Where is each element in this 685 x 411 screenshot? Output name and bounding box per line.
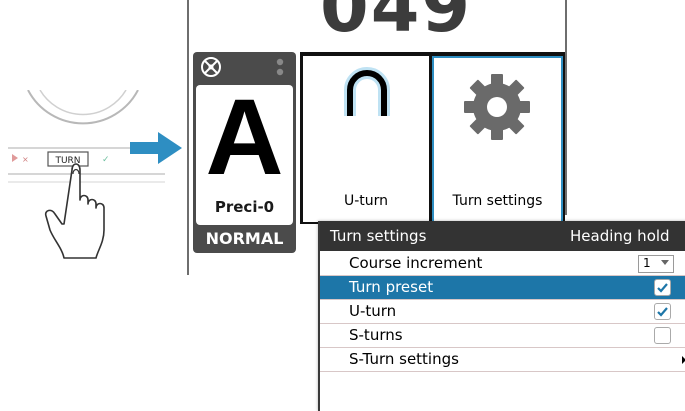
- turn-preset-label: Turn preset: [349, 278, 434, 296]
- course-increment-row[interactable]: Course increment 1: [320, 252, 685, 276]
- u-turn-icon: [344, 67, 390, 116]
- s-turn-settings-row[interactable]: S-Turn settings: [320, 348, 685, 372]
- arrow-right-icon: [130, 132, 182, 164]
- gear-icon: [464, 74, 530, 140]
- screen-left-edge: [187, 0, 189, 275]
- svg-text:✓: ✓: [102, 155, 110, 165]
- course-increment-value: 1: [643, 256, 651, 270]
- course-increment-dropdown[interactable]: 1: [638, 255, 674, 273]
- s-turn-settings-label: S-Turn settings: [349, 350, 459, 368]
- autopilot-icon: [201, 57, 221, 77]
- s-turns-label: S-turns: [349, 326, 403, 344]
- dialog-header: Turn settings Heading hold: [320, 221, 685, 251]
- turn-preset-checkbox[interactable]: [654, 279, 671, 296]
- screen-right-edge: [565, 0, 567, 215]
- turn-knob-illustration: TURN × ✓: [8, 90, 165, 259]
- turn-preset-row[interactable]: Turn preset: [320, 276, 685, 300]
- turn-settings-tile-label: Turn settings: [452, 193, 543, 209]
- dialog-title: Turn settings: [330, 227, 427, 245]
- mode-state: NORMAL: [205, 229, 284, 248]
- u-turn-label: U-turn: [349, 302, 397, 320]
- s-turns-checkbox[interactable]: [654, 327, 671, 344]
- dialog-mode-label: Heading hold: [570, 227, 670, 245]
- more-options-icon[interactable]: [276, 58, 284, 78]
- turn-settings-dialog: Turn settings Heading hold Course increm…: [318, 221, 685, 411]
- mode-variant: Preci-0: [214, 198, 275, 216]
- checkmark-icon: [657, 283, 668, 293]
- u-turn-checkbox[interactable]: [654, 303, 671, 320]
- u-turn-tile-label: U-turn: [343, 193, 389, 209]
- s-turns-row[interactable]: S-turns: [320, 324, 685, 348]
- mode-letter: A: [205, 76, 284, 197]
- chevron-down-icon: [661, 260, 669, 265]
- heading-readout: 049: [320, 0, 473, 48]
- checkmark-icon: [657, 307, 668, 317]
- svg-text:×: ×: [22, 155, 29, 164]
- u-turn-row[interactable]: U-turn: [320, 300, 685, 324]
- course-increment-label: Course increment: [349, 254, 483, 272]
